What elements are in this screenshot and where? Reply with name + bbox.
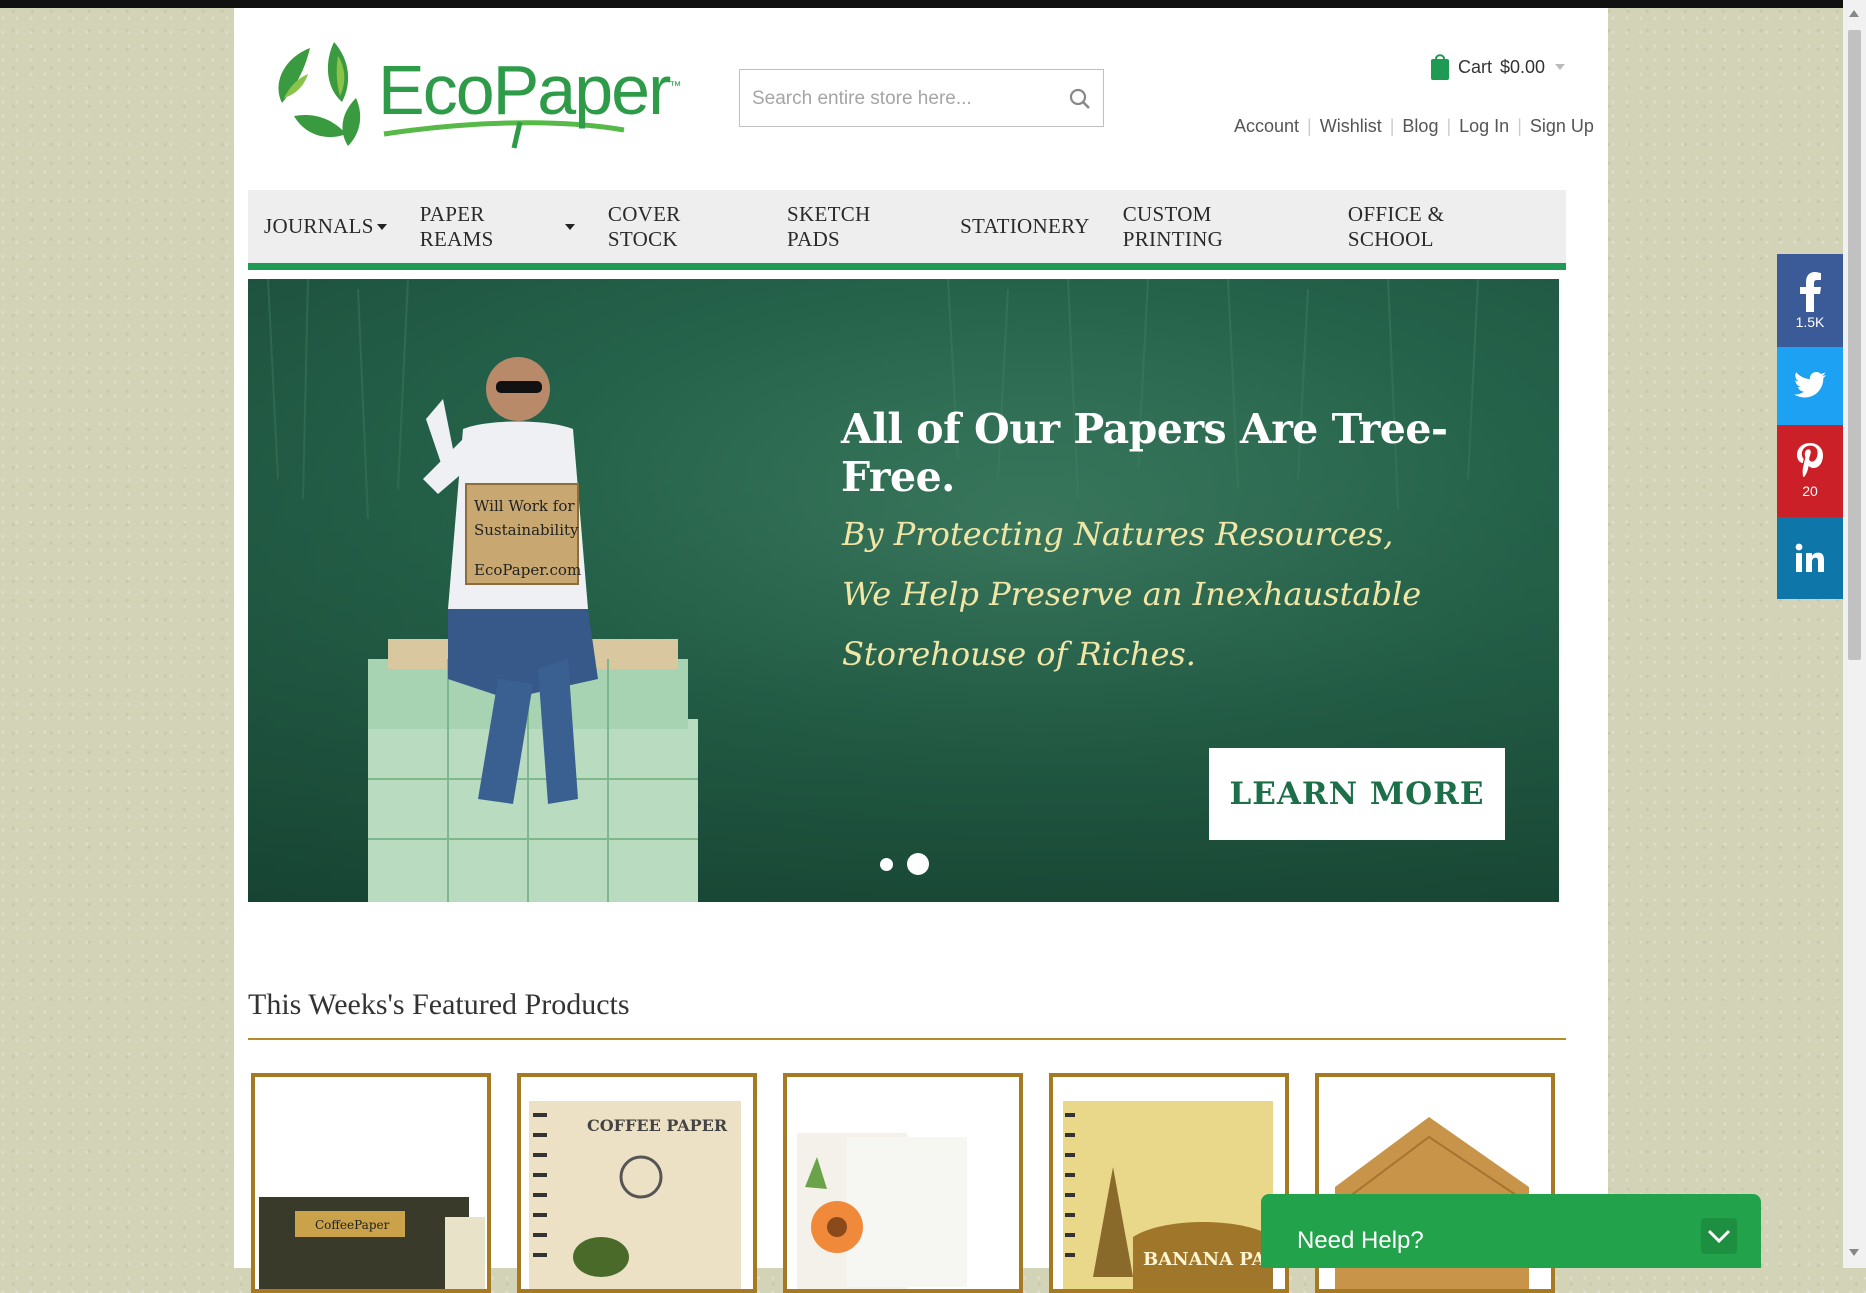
scroll-thumb[interactable]: [1848, 30, 1861, 660]
nav-sketch-pads[interactable]: SKETCH PADS: [787, 202, 927, 252]
product-card[interactable]: [783, 1073, 1023, 1293]
pinterest-share-button[interactable]: 20: [1777, 425, 1843, 517]
linkedin-share-button[interactable]: [1777, 517, 1843, 599]
facebook-icon: [1800, 271, 1821, 312]
caret-down-icon: [1555, 64, 1566, 70]
svg-text:COFFEE PAPER: COFFEE PAPER: [587, 1116, 728, 1135]
main-nav: JOURNALS PAPER REAMS COVER STOCK SKETCH …: [248, 190, 1566, 270]
nav-journals[interactable]: JOURNALS: [264, 214, 387, 239]
brand-name[interactable]: EcoPaper™: [378, 50, 681, 130]
featured-divider: [248, 1038, 1566, 1040]
learn-more-button[interactable]: LEARN MORE: [1209, 748, 1505, 840]
facebook-share-count: 1.5K: [1795, 313, 1825, 330]
help-chat-widget[interactable]: Need Help?: [1261, 1194, 1761, 1268]
page-scrollbar[interactable]: [1843, 0, 1866, 1268]
carousel-dots: [880, 853, 929, 875]
product-image: BANANA PAPER: [1063, 1101, 1285, 1289]
search-input[interactable]: [750, 70, 1054, 128]
svg-text:EcoPaper.com: EcoPaper.com: [474, 561, 581, 579]
nav-cover-stock[interactable]: COVER STOCK: [608, 202, 754, 252]
login-link[interactable]: Log In: [1459, 116, 1509, 137]
featured-title: This Weeks's Featured Products: [248, 988, 630, 1021]
nav-custom-printing[interactable]: CUSTOM PRINTING: [1123, 202, 1315, 252]
account-link[interactable]: Account: [1234, 116, 1299, 137]
nav-office-school[interactable]: OFFICE & SCHOOL: [1348, 202, 1533, 252]
hero-subtitle: By Protecting Natures Resources, We Help…: [842, 515, 1422, 673]
caret-down-icon: [564, 223, 575, 230]
signup-link[interactable]: Sign Up: [1530, 116, 1594, 137]
search-icon[interactable]: [1067, 86, 1093, 112]
cart-button[interactable]: Cart $0.00: [1430, 52, 1566, 82]
nav-paper-reams[interactable]: PAPER REAMS: [420, 202, 575, 252]
blog-link[interactable]: Blog: [1402, 116, 1438, 137]
wishlist-link[interactable]: Wishlist: [1320, 116, 1382, 137]
product-card[interactable]: BANANA PAPER: [1049, 1073, 1289, 1293]
linkedin-icon: [1795, 543, 1824, 572]
browser-top-bar: [0, 0, 1843, 8]
pinterest-share-count: 20: [1802, 483, 1818, 499]
facebook-share-button[interactable]: 1.5K: [1777, 254, 1843, 347]
cart-amount: $0.00: [1500, 56, 1546, 77]
scroll-up-arrow-icon[interactable]: [1849, 10, 1859, 17]
product-image: CoffeePaper: [259, 1197, 485, 1289]
product-card[interactable]: CoffeePaper: [251, 1073, 491, 1293]
caret-down-icon: [376, 223, 387, 230]
shopping-bag-icon: [1431, 54, 1449, 80]
pinterest-icon: [1797, 443, 1823, 477]
svg-text:Sustainability: Sustainability: [474, 521, 579, 539]
product-image: [797, 1133, 967, 1289]
cart-label: Cart: [1458, 56, 1493, 77]
account-links: Account | Wishlist | Blog | Log In | Sign Up: [1234, 116, 1594, 137]
product-card[interactable]: COFFEE PAPER: [517, 1073, 757, 1293]
help-label: Need Help?: [1297, 1227, 1424, 1254]
svg-text:Will Work for: Will Work for: [474, 497, 575, 515]
search-box: [739, 69, 1104, 128]
help-toggle-button[interactable]: [1701, 1218, 1737, 1254]
chevron-down-icon: [1707, 1229, 1731, 1244]
hero-banner: Will Work for Sustainability EcoPaper.co…: [248, 279, 1559, 902]
product-image: COFFEE PAPER: [529, 1101, 741, 1289]
twitter-share-button[interactable]: [1777, 347, 1843, 425]
twitter-icon: [1794, 372, 1826, 398]
scroll-down-arrow-icon[interactable]: [1849, 1249, 1859, 1256]
nav-stationery[interactable]: STATIONERY: [960, 214, 1090, 239]
hero-title: All of Our Papers Are Tree-Free.: [841, 405, 1448, 501]
carousel-dot-2[interactable]: [907, 853, 929, 875]
svg-text:CoffeePaper: CoffeePaper: [315, 1218, 390, 1232]
carousel-dot-1[interactable]: [880, 857, 893, 871]
